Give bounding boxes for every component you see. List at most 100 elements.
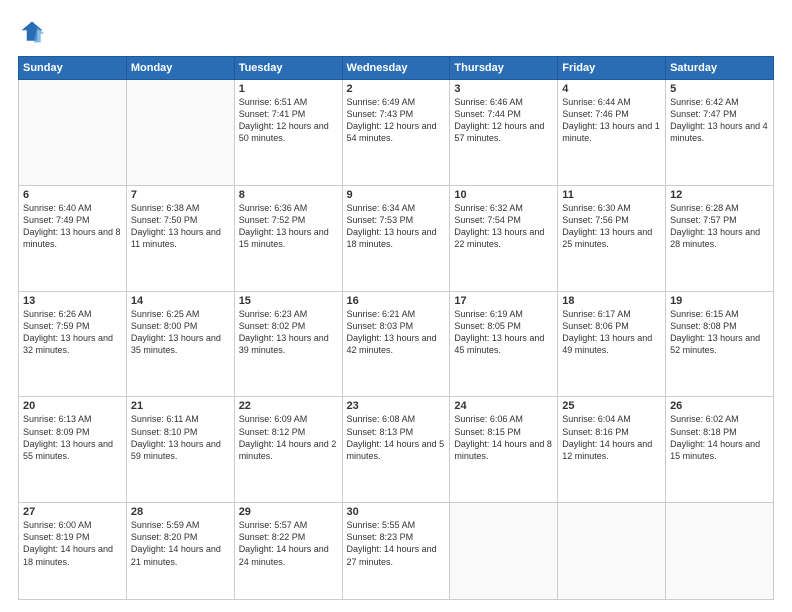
day-info: Sunrise: 6:25 AM Sunset: 8:00 PM Dayligh…: [131, 308, 230, 357]
day-info: Sunrise: 6:38 AM Sunset: 7:50 PM Dayligh…: [131, 202, 230, 251]
calendar-week-4: 27Sunrise: 6:00 AM Sunset: 8:19 PM Dayli…: [19, 503, 774, 600]
day-info: Sunrise: 5:55 AM Sunset: 8:23 PM Dayligh…: [347, 519, 446, 568]
calendar-cell: 8Sunrise: 6:36 AM Sunset: 7:52 PM Daylig…: [234, 185, 342, 291]
day-number: 2: [347, 83, 446, 95]
day-number: 14: [131, 295, 230, 307]
calendar-cell: 13Sunrise: 6:26 AM Sunset: 7:59 PM Dayli…: [19, 291, 127, 397]
day-info: Sunrise: 6:11 AM Sunset: 8:10 PM Dayligh…: [131, 413, 230, 462]
calendar-cell: 17Sunrise: 6:19 AM Sunset: 8:05 PM Dayli…: [450, 291, 558, 397]
day-number: 18: [562, 295, 661, 307]
calendar-cell: [558, 503, 666, 600]
day-number: 29: [239, 506, 338, 518]
calendar-cell: 23Sunrise: 6:08 AM Sunset: 8:13 PM Dayli…: [342, 397, 450, 503]
calendar-cell: 29Sunrise: 5:57 AM Sunset: 8:22 PM Dayli…: [234, 503, 342, 600]
calendar-cell: 16Sunrise: 6:21 AM Sunset: 8:03 PM Dayli…: [342, 291, 450, 397]
day-number: 12: [670, 189, 769, 201]
day-number: 26: [670, 400, 769, 412]
day-number: 10: [454, 189, 553, 201]
day-info: Sunrise: 6:06 AM Sunset: 8:15 PM Dayligh…: [454, 413, 553, 462]
day-info: Sunrise: 6:21 AM Sunset: 8:03 PM Dayligh…: [347, 308, 446, 357]
calendar-cell: 6Sunrise: 6:40 AM Sunset: 7:49 PM Daylig…: [19, 185, 127, 291]
day-number: 4: [562, 83, 661, 95]
day-number: 23: [347, 400, 446, 412]
calendar-cell: 21Sunrise: 6:11 AM Sunset: 8:10 PM Dayli…: [126, 397, 234, 503]
calendar-cell: 25Sunrise: 6:04 AM Sunset: 8:16 PM Dayli…: [558, 397, 666, 503]
calendar-cell: 3Sunrise: 6:46 AM Sunset: 7:44 PM Daylig…: [450, 80, 558, 186]
day-number: 20: [23, 400, 122, 412]
calendar-week-2: 13Sunrise: 6:26 AM Sunset: 7:59 PM Dayli…: [19, 291, 774, 397]
day-number: 11: [562, 189, 661, 201]
day-info: Sunrise: 6:17 AM Sunset: 8:06 PM Dayligh…: [562, 308, 661, 357]
day-info: Sunrise: 6:26 AM Sunset: 7:59 PM Dayligh…: [23, 308, 122, 357]
calendar-cell: [126, 80, 234, 186]
day-info: Sunrise: 6:44 AM Sunset: 7:46 PM Dayligh…: [562, 96, 661, 145]
calendar-cell: 5Sunrise: 6:42 AM Sunset: 7:47 PM Daylig…: [666, 80, 774, 186]
col-header-tuesday: Tuesday: [234, 57, 342, 80]
day-info: Sunrise: 6:40 AM Sunset: 7:49 PM Dayligh…: [23, 202, 122, 251]
calendar-cell: 1Sunrise: 6:51 AM Sunset: 7:41 PM Daylig…: [234, 80, 342, 186]
day-number: 16: [347, 295, 446, 307]
day-number: 24: [454, 400, 553, 412]
calendar-cell: 4Sunrise: 6:44 AM Sunset: 7:46 PM Daylig…: [558, 80, 666, 186]
day-number: 1: [239, 83, 338, 95]
day-number: 28: [131, 506, 230, 518]
day-number: 21: [131, 400, 230, 412]
day-number: 19: [670, 295, 769, 307]
day-info: Sunrise: 6:00 AM Sunset: 8:19 PM Dayligh…: [23, 519, 122, 568]
calendar-cell: 28Sunrise: 5:59 AM Sunset: 8:20 PM Dayli…: [126, 503, 234, 600]
calendar-cell: 7Sunrise: 6:38 AM Sunset: 7:50 PM Daylig…: [126, 185, 234, 291]
day-number: 25: [562, 400, 661, 412]
calendar-cell: 18Sunrise: 6:17 AM Sunset: 8:06 PM Dayli…: [558, 291, 666, 397]
day-info: Sunrise: 6:04 AM Sunset: 8:16 PM Dayligh…: [562, 413, 661, 462]
day-number: 13: [23, 295, 122, 307]
calendar-week-3: 20Sunrise: 6:13 AM Sunset: 8:09 PM Dayli…: [19, 397, 774, 503]
day-info: Sunrise: 6:30 AM Sunset: 7:56 PM Dayligh…: [562, 202, 661, 251]
calendar-cell: [666, 503, 774, 600]
calendar-week-1: 6Sunrise: 6:40 AM Sunset: 7:49 PM Daylig…: [19, 185, 774, 291]
calendar-cell: 2Sunrise: 6:49 AM Sunset: 7:43 PM Daylig…: [342, 80, 450, 186]
day-number: 27: [23, 506, 122, 518]
day-number: 22: [239, 400, 338, 412]
day-info: Sunrise: 6:23 AM Sunset: 8:02 PM Dayligh…: [239, 308, 338, 357]
col-header-saturday: Saturday: [666, 57, 774, 80]
day-info: Sunrise: 6:09 AM Sunset: 8:12 PM Dayligh…: [239, 413, 338, 462]
col-header-sunday: Sunday: [19, 57, 127, 80]
day-number: 30: [347, 506, 446, 518]
day-info: Sunrise: 6:34 AM Sunset: 7:53 PM Dayligh…: [347, 202, 446, 251]
calendar-cell: 22Sunrise: 6:09 AM Sunset: 8:12 PM Dayli…: [234, 397, 342, 503]
calendar-cell: 26Sunrise: 6:02 AM Sunset: 8:18 PM Dayli…: [666, 397, 774, 503]
calendar-week-0: 1Sunrise: 6:51 AM Sunset: 7:41 PM Daylig…: [19, 80, 774, 186]
page: SundayMondayTuesdayWednesdayThursdayFrid…: [0, 0, 792, 612]
day-number: 5: [670, 83, 769, 95]
calendar-cell: 19Sunrise: 6:15 AM Sunset: 8:08 PM Dayli…: [666, 291, 774, 397]
calendar-cell: 15Sunrise: 6:23 AM Sunset: 8:02 PM Dayli…: [234, 291, 342, 397]
day-info: Sunrise: 6:46 AM Sunset: 7:44 PM Dayligh…: [454, 96, 553, 145]
day-number: 3: [454, 83, 553, 95]
calendar-cell: 14Sunrise: 6:25 AM Sunset: 8:00 PM Dayli…: [126, 291, 234, 397]
col-header-thursday: Thursday: [450, 57, 558, 80]
col-header-friday: Friday: [558, 57, 666, 80]
day-info: Sunrise: 6:49 AM Sunset: 7:43 PM Dayligh…: [347, 96, 446, 145]
calendar-cell: 20Sunrise: 6:13 AM Sunset: 8:09 PM Dayli…: [19, 397, 127, 503]
col-header-wednesday: Wednesday: [342, 57, 450, 80]
calendar-cell: 10Sunrise: 6:32 AM Sunset: 7:54 PM Dayli…: [450, 185, 558, 291]
day-number: 8: [239, 189, 338, 201]
day-number: 9: [347, 189, 446, 201]
day-info: Sunrise: 6:08 AM Sunset: 8:13 PM Dayligh…: [347, 413, 446, 462]
calendar-cell: [450, 503, 558, 600]
calendar-cell: [19, 80, 127, 186]
logo: [18, 18, 50, 46]
calendar-cell: 30Sunrise: 5:55 AM Sunset: 8:23 PM Dayli…: [342, 503, 450, 600]
calendar-table: SundayMondayTuesdayWednesdayThursdayFrid…: [18, 56, 774, 600]
header: [18, 18, 774, 46]
col-header-monday: Monday: [126, 57, 234, 80]
day-number: 15: [239, 295, 338, 307]
day-info: Sunrise: 6:51 AM Sunset: 7:41 PM Dayligh…: [239, 96, 338, 145]
calendar-cell: 9Sunrise: 6:34 AM Sunset: 7:53 PM Daylig…: [342, 185, 450, 291]
day-info: Sunrise: 5:57 AM Sunset: 8:22 PM Dayligh…: [239, 519, 338, 568]
calendar-cell: 11Sunrise: 6:30 AM Sunset: 7:56 PM Dayli…: [558, 185, 666, 291]
day-info: Sunrise: 6:15 AM Sunset: 8:08 PM Dayligh…: [670, 308, 769, 357]
day-number: 6: [23, 189, 122, 201]
day-number: 17: [454, 295, 553, 307]
day-number: 7: [131, 189, 230, 201]
